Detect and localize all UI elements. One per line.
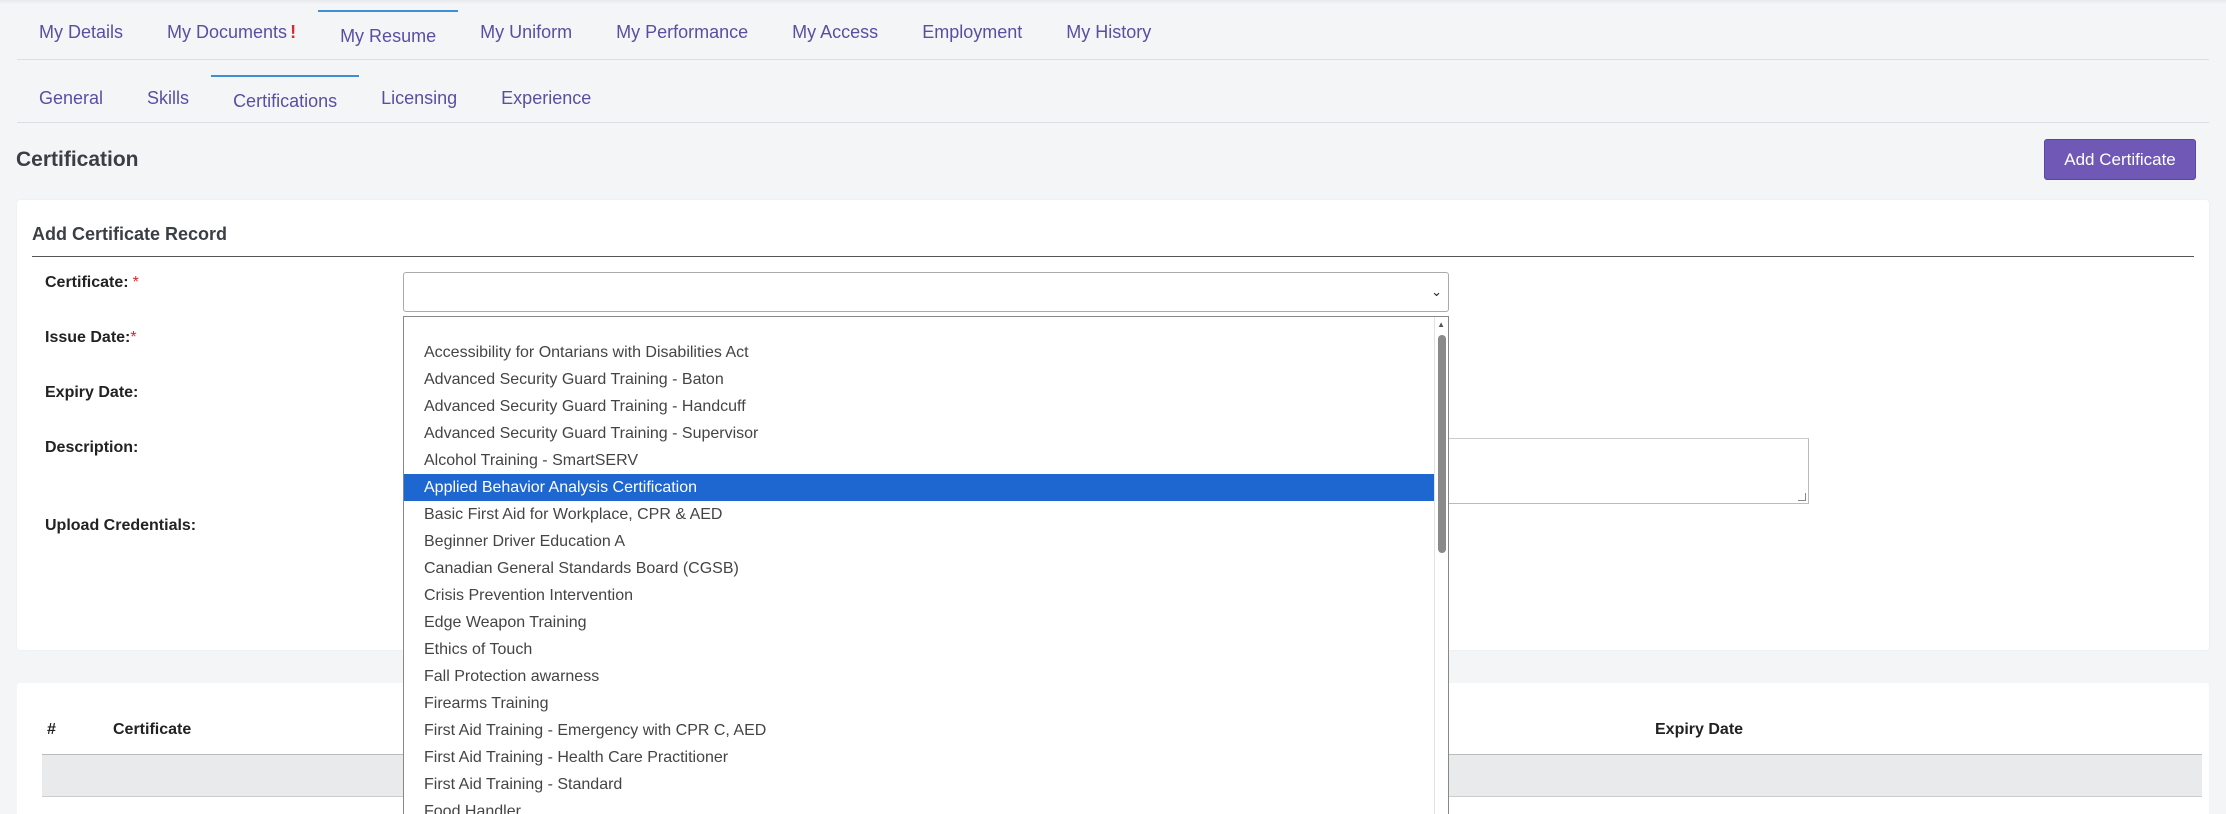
label-text: Issue Date:	[45, 329, 131, 346]
subtab-skills[interactable]: Skills	[125, 75, 211, 123]
divider	[32, 256, 2194, 257]
form-title: Add Certificate Record	[32, 224, 228, 244]
dropdown-option[interactable]: Accessibility for Ontarians with Disabil…	[404, 339, 1434, 366]
tab-my-documents[interactable]: My Documents!	[145, 10, 318, 60]
dropdown-option[interactable]: First Aid Training - Standard	[404, 771, 1434, 798]
chevron-down-icon: ⌄	[1431, 284, 1442, 299]
description-label: Description:	[45, 439, 139, 456]
tab-my-history[interactable]: My History	[1044, 10, 1173, 60]
tab-label: My Performance	[616, 22, 749, 42]
dropdown-option[interactable]: Firearms Training	[404, 690, 1434, 717]
resume-subtabs: General Skills Certifications Licensing …	[17, 75, 2209, 123]
certificate-select[interactable]: ⌄	[403, 272, 1449, 312]
tab-label: My Documents	[167, 22, 288, 42]
dropdown-option-selected[interactable]: Applied Behavior Analysis Certification	[404, 474, 1434, 501]
scrollbar-thumb[interactable]	[1438, 335, 1446, 553]
tab-my-access[interactable]: My Access	[770, 10, 900, 60]
column-header-expiry-date: Expiry Date	[1655, 721, 1744, 738]
dropdown-option[interactable]: Edge Weapon Training	[404, 609, 1434, 636]
dropdown-option[interactable]: Advanced Security Guard Training - Baton	[404, 366, 1434, 393]
resize-handle-icon[interactable]	[1798, 493, 1806, 501]
dropdown-option[interactable]: First Aid Training - Health Care Practit…	[404, 744, 1434, 771]
column-header-number: #	[47, 721, 56, 738]
dropdown-option[interactable]: Advanced Security Guard Training - Super…	[404, 420, 1434, 447]
tab-label: My Uniform	[480, 22, 573, 42]
subtab-licensing[interactable]: Licensing	[359, 75, 479, 123]
tab-label: Employment	[922, 22, 1023, 42]
primary-tabs: My Details My Documents! My Resume My Un…	[17, 10, 2209, 60]
tab-label: My Access	[792, 22, 879, 42]
required-mark: *	[132, 274, 139, 291]
page-title: Certification	[16, 148, 139, 171]
dropdown-option[interactable]: Alcohol Training - SmartSERV	[404, 447, 1434, 474]
certificate-dropdown-list[interactable]: Accessibility for Ontarians with Disabil…	[403, 316, 1449, 814]
dropdown-option[interactable]: Food Handler	[404, 798, 1434, 814]
upload-credentials-label: Upload Credentials:	[45, 517, 197, 534]
tab-my-resume[interactable]: My Resume	[318, 10, 459, 60]
subtab-certifications[interactable]: Certifications	[211, 75, 360, 123]
column-header-certificate: Certificate	[113, 721, 192, 738]
tab-employment[interactable]: Employment	[900, 10, 1044, 60]
certificate-label: Certificate: *	[45, 274, 139, 292]
dropdown-option[interactable]: Crisis Prevention Intervention	[404, 582, 1434, 609]
add-certificate-button[interactable]: Add Certificate	[2044, 139, 2196, 180]
scroll-up-arrow-icon[interactable]: ▲	[1437, 320, 1445, 329]
tab-label: My Resume	[340, 26, 437, 46]
tab-my-performance[interactable]: My Performance	[594, 10, 770, 60]
alert-badge: !	[290, 22, 297, 42]
dropdown-scrollbar[interactable]: ▲	[1434, 317, 1448, 814]
description-textarea[interactable]	[1447, 438, 1809, 504]
label-text: Certificate:	[45, 274, 129, 291]
expiry-date-label: Expiry Date:	[45, 384, 139, 401]
dropdown-option[interactable]: Fall Protection awarness	[404, 663, 1434, 690]
tab-my-details[interactable]: My Details	[17, 10, 145, 60]
required-mark: *	[130, 329, 137, 346]
dropdown-option[interactable]: Beginner Driver Education A	[404, 528, 1434, 555]
dropdown-option[interactable]: Basic First Aid for Workplace, CPR & AED	[404, 501, 1434, 528]
tab-label: My Details	[39, 22, 124, 42]
subtab-experience[interactable]: Experience	[479, 75, 613, 123]
dropdown-option[interactable]: Advanced Security Guard Training - Handc…	[404, 393, 1434, 420]
dropdown-option[interactable]: Ethics of Touch	[404, 636, 1434, 663]
dropdown-option[interactable]: First Aid Training - Emergency with CPR …	[404, 717, 1434, 744]
top-edge	[0, 0, 2226, 4]
tab-label: My History	[1066, 22, 1152, 42]
issue-date-label: Issue Date:*	[45, 329, 137, 347]
tab-my-uniform[interactable]: My Uniform	[458, 10, 594, 60]
subtab-general[interactable]: General	[17, 75, 125, 123]
dropdown-option[interactable]: Canadian General Standards Board (CGSB)	[404, 555, 1434, 582]
